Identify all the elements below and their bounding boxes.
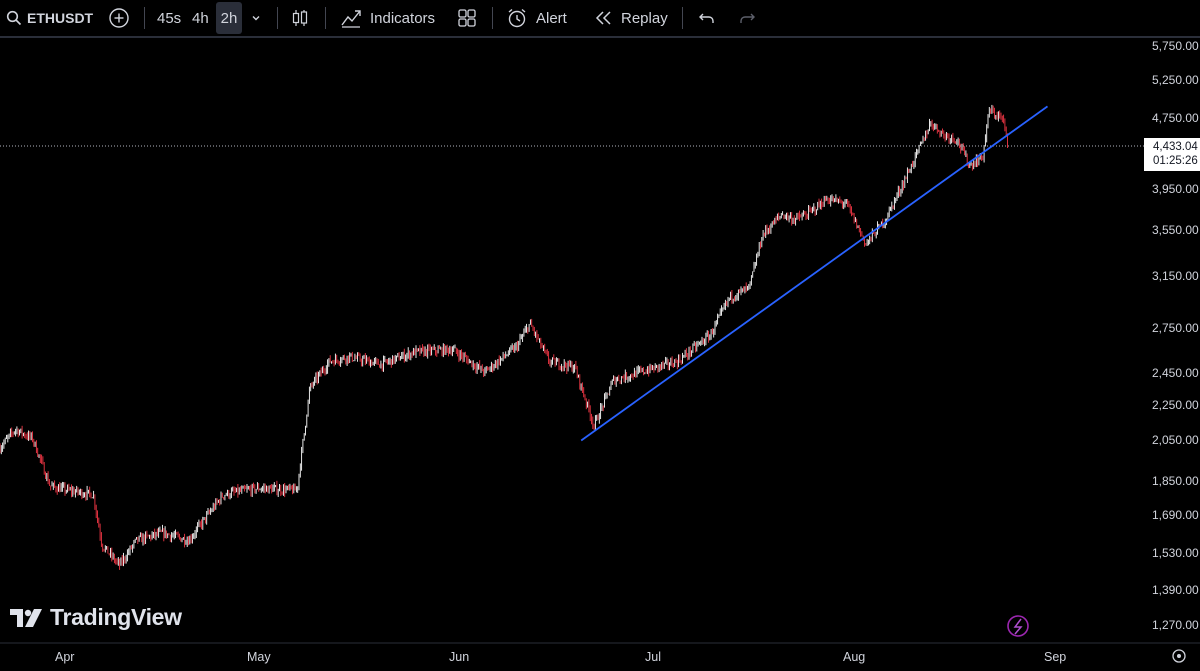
search-icon bbox=[6, 10, 22, 26]
interval-dropdown[interactable] bbox=[250, 0, 262, 36]
toolbar-divider bbox=[325, 7, 326, 29]
toolbar-divider bbox=[144, 7, 145, 29]
trendline[interactable] bbox=[580, 105, 1049, 442]
templates-icon bbox=[458, 9, 476, 27]
time-axis-label: Sep bbox=[1044, 650, 1066, 664]
price-axis-label: 2,750.00 bbox=[1152, 321, 1199, 335]
lightning-icon bbox=[1007, 615, 1029, 637]
templates-button[interactable] bbox=[456, 0, 478, 36]
price-axis-label: 3,950.00 bbox=[1152, 182, 1199, 196]
price-axis-label: 5,750.00 bbox=[1152, 39, 1199, 53]
gear-icon-center bbox=[1177, 654, 1181, 658]
price-axis-label: 1,270.00 bbox=[1152, 618, 1199, 632]
compare-symbol-button[interactable] bbox=[108, 0, 130, 36]
chart-area[interactable]: 5,750.00 5,250.00 4,750.00 3,950.00 3,55… bbox=[0, 38, 1200, 671]
replay-button[interactable]: Replay bbox=[593, 0, 668, 36]
indicators-label: Indicators bbox=[370, 9, 436, 27]
tradingview-logo[interactable]: TradingView bbox=[10, 604, 182, 631]
last-price-label: 4,433.04 01:25:26 bbox=[1144, 138, 1200, 171]
interval-dropdown-icon bbox=[252, 16, 260, 21]
indicators-button[interactable]: Indicators bbox=[340, 0, 435, 36]
settings-button[interactable] bbox=[1172, 649, 1186, 663]
interval-4h[interactable]: 4h bbox=[192, 0, 209, 36]
tradingview-logo-icon bbox=[10, 608, 42, 627]
symbol-search[interactable]: ETHUSDT bbox=[6, 0, 93, 36]
add-symbol-icon bbox=[109, 8, 129, 28]
replay-label: Replay bbox=[621, 9, 668, 27]
interval-45s[interactable]: 45s bbox=[157, 0, 181, 36]
logo-text: TradingView bbox=[50, 604, 182, 630]
time-axis-label: May bbox=[247, 650, 271, 664]
time-axis-label: Apr bbox=[55, 650, 74, 664]
alert-label: Alert bbox=[536, 9, 567, 27]
time-axis-label: Aug bbox=[843, 650, 865, 664]
top-toolbar: ETHUSDT 45s 4h 2h Indicators Alert Repla… bbox=[0, 0, 1200, 38]
alert-icon bbox=[508, 8, 526, 28]
alert-button[interactable]: Alert bbox=[506, 0, 567, 36]
chart-type-button[interactable] bbox=[289, 0, 311, 36]
price-chart[interactable]: 5,750.00 5,250.00 4,750.00 3,950.00 3,55… bbox=[0, 38, 1200, 671]
lightning-button[interactable] bbox=[1007, 615, 1029, 637]
price-axis-label: 3,550.00 bbox=[1152, 223, 1199, 237]
bar-countdown: 01:25:26 bbox=[1153, 155, 1198, 167]
redo-button[interactable] bbox=[737, 0, 757, 36]
last-price-value: 4,433.04 bbox=[1153, 141, 1198, 153]
lightning-bolt bbox=[1013, 618, 1023, 635]
price-axis[interactable]: 5,750.00 5,250.00 4,750.00 3,950.00 3,55… bbox=[1152, 39, 1199, 632]
symbol-name: ETHUSDT bbox=[27, 10, 94, 26]
redo-icon bbox=[740, 13, 755, 23]
toolbar-divider bbox=[682, 7, 683, 29]
candles-series bbox=[0, 104, 1008, 570]
time-axis-label: Jul bbox=[645, 650, 661, 664]
time-axis[interactable]: Apr May Jun Jul Aug Sep bbox=[55, 650, 1066, 664]
price-axis-label: 1,390.00 bbox=[1152, 583, 1199, 597]
candles-icon bbox=[292, 10, 308, 26]
undo-button[interactable] bbox=[697, 0, 717, 36]
price-axis-label: 1,690.00 bbox=[1152, 508, 1199, 522]
price-axis-label: 1,530.00 bbox=[1152, 546, 1199, 560]
price-axis-label: 3,150.00 bbox=[1152, 269, 1199, 283]
price-axis-label: 2,050.00 bbox=[1152, 433, 1199, 447]
undo-icon bbox=[699, 13, 714, 23]
price-axis-label: 2,250.00 bbox=[1152, 398, 1199, 412]
replay-icon bbox=[595, 11, 611, 25]
price-axis-label: 2,450.00 bbox=[1152, 366, 1199, 380]
price-axis-label: 4,750.00 bbox=[1152, 111, 1199, 125]
toolbar-divider bbox=[492, 7, 493, 29]
toolbar-divider bbox=[277, 7, 278, 29]
time-axis-label: Jun bbox=[449, 650, 469, 664]
interval-2h[interactable]: 2h bbox=[216, 2, 242, 34]
price-axis-label: 5,250.00 bbox=[1152, 73, 1199, 87]
indicators-icon bbox=[341, 10, 361, 28]
price-axis-label: 1,850.00 bbox=[1152, 474, 1199, 488]
